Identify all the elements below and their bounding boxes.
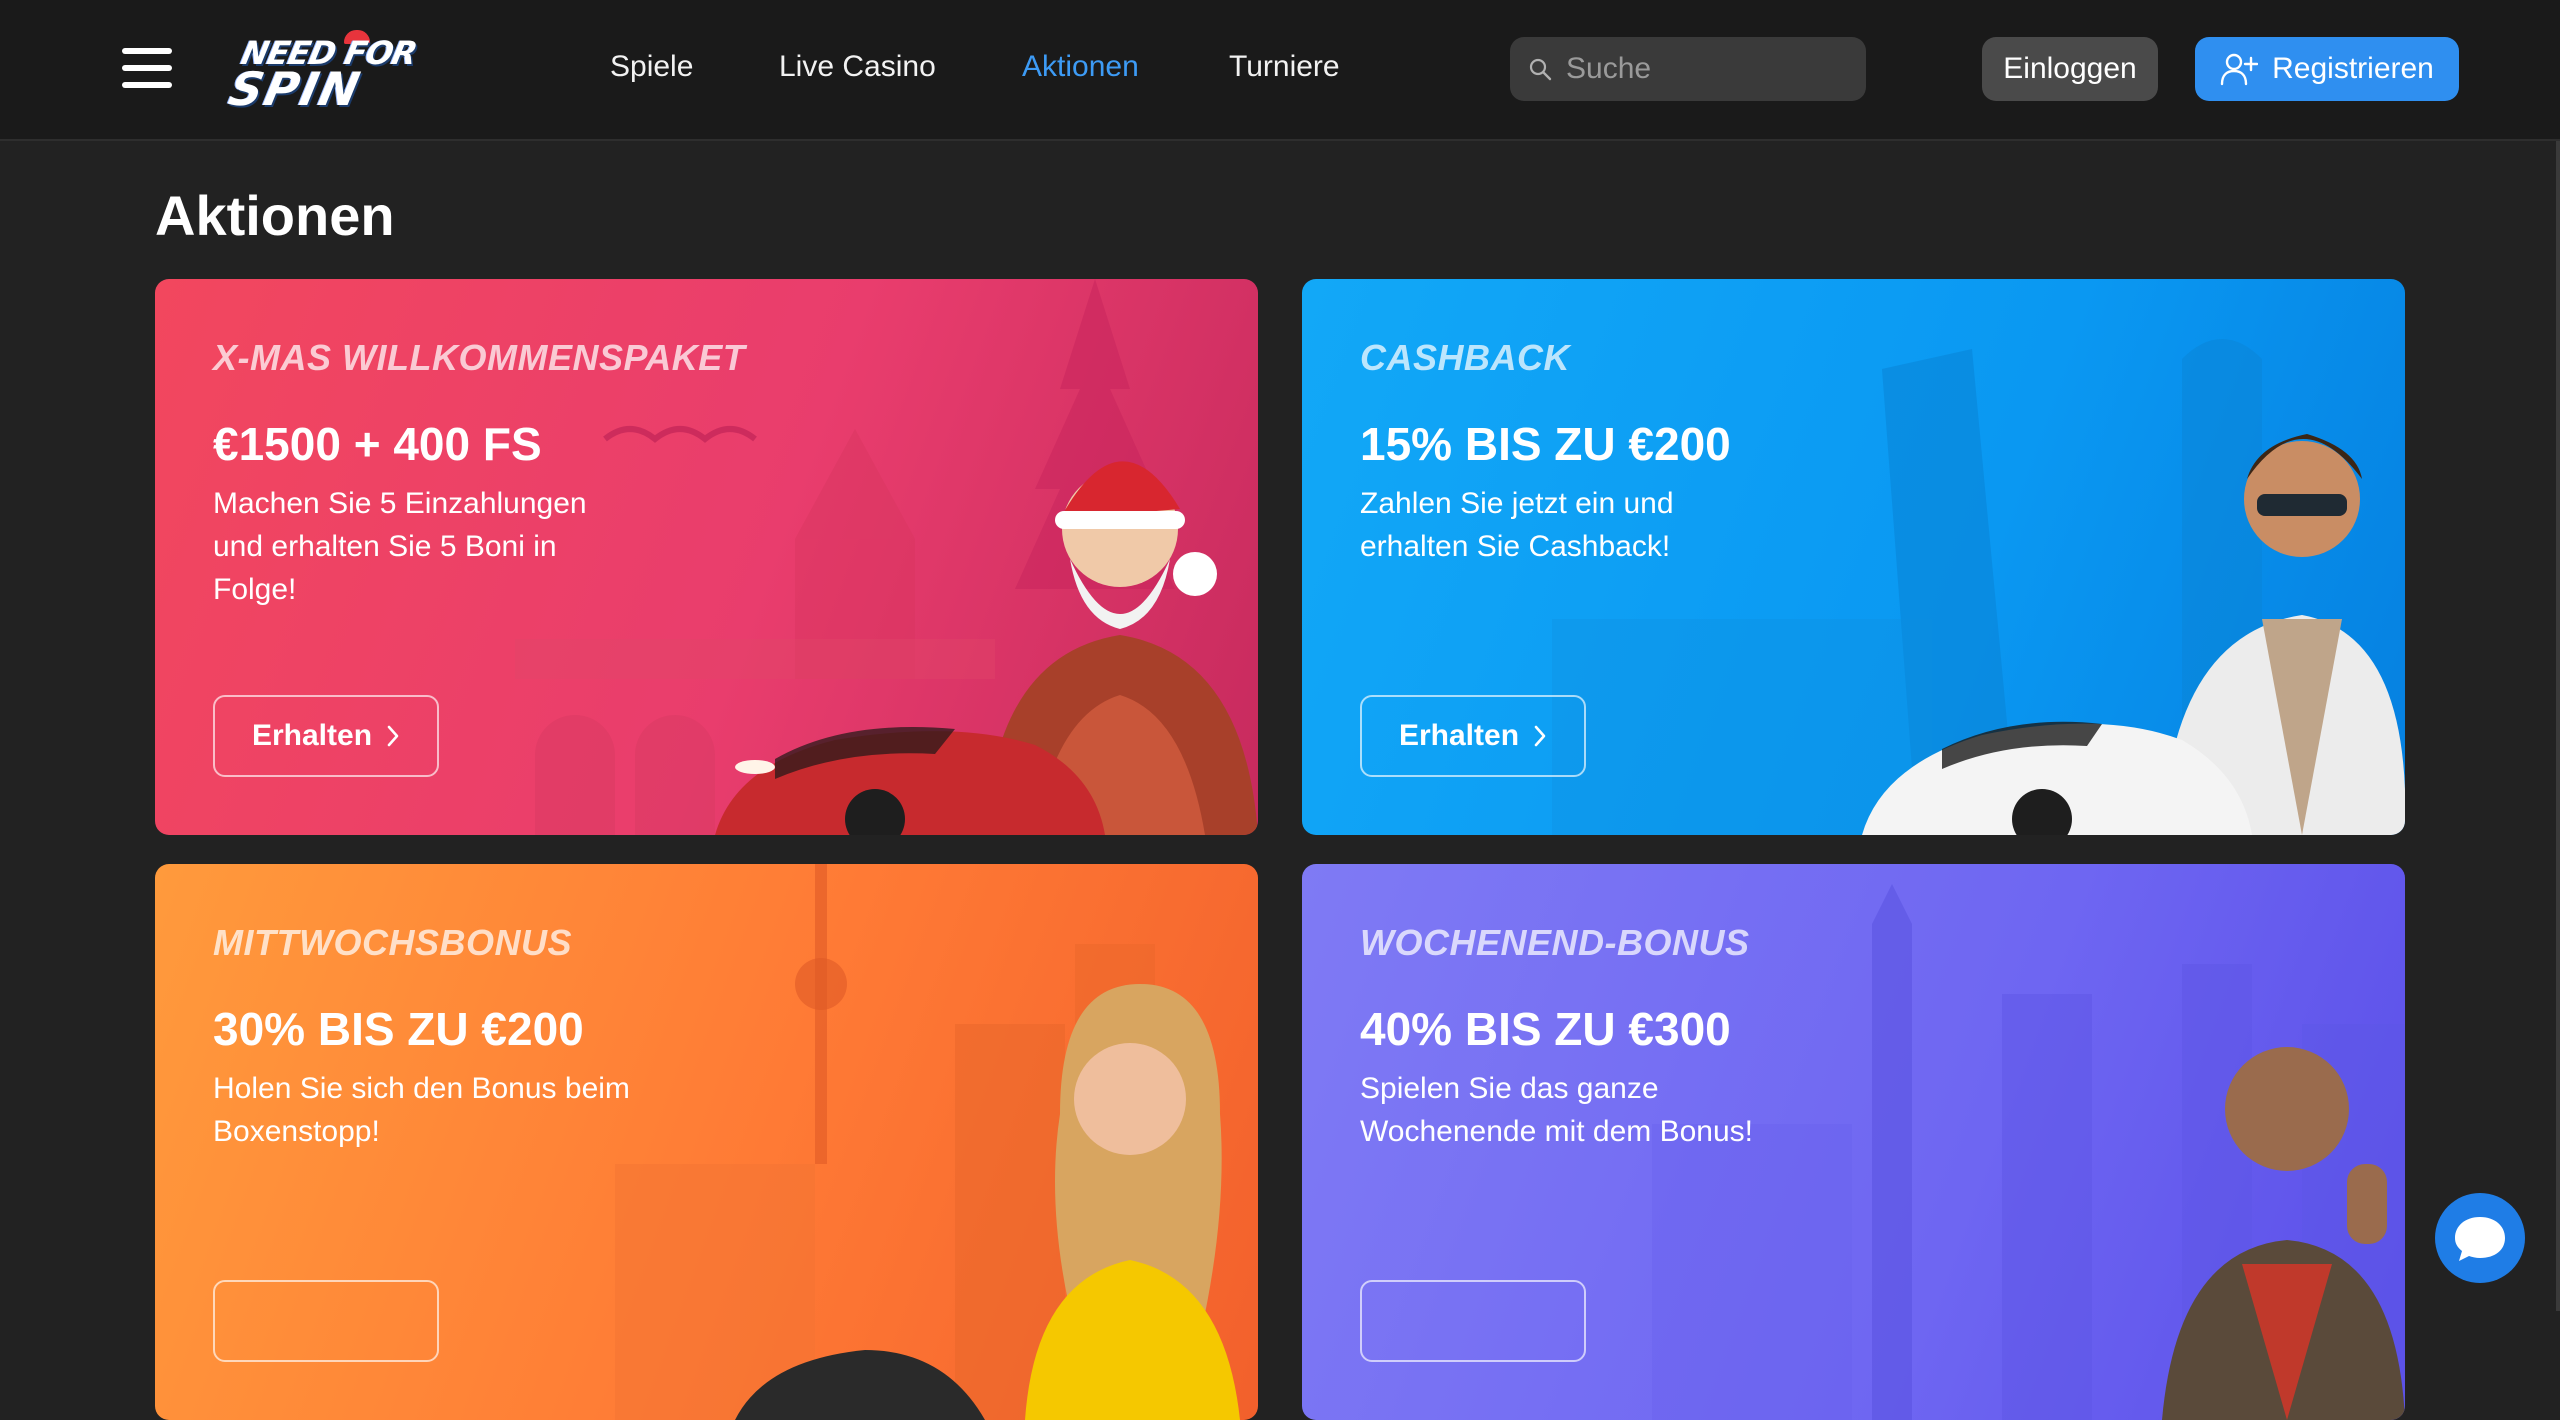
chevron-right-icon xyxy=(387,725,399,747)
promo-description: Spielen Sie das ganze Wochenende mit dem… xyxy=(1360,1072,1754,1148)
login-label: Einloggen xyxy=(2003,52,2137,85)
search-input[interactable] xyxy=(1566,37,1856,101)
login-button[interactable]: Einloggen xyxy=(1982,37,2158,101)
live-chat-button[interactable] xyxy=(2435,1193,2525,1283)
erhalten-button[interactable] xyxy=(213,1280,439,1362)
promo-description: Machen Sie 5 Einzahlungen und erhalten S… xyxy=(213,487,587,606)
promo-headline: 30% BIS ZU €200 xyxy=(213,1003,584,1055)
erhalten-button[interactable]: Erhalten xyxy=(1360,695,1586,777)
cta-label: Erhalten xyxy=(251,719,373,752)
nav-turniere[interactable]: Turniere xyxy=(1229,50,1340,90)
chat-bubble-icon xyxy=(2455,1217,2505,1261)
erhalten-button[interactable]: Erhalten xyxy=(213,695,439,777)
nav-live-casino[interactable]: Live Casino xyxy=(779,50,936,90)
chevron-right-icon xyxy=(1534,725,1546,747)
page-scrollbar[interactable] xyxy=(2556,141,2560,1311)
promo-card-xmas[interactable]: X-MAS WILLKOMMENSPAKET €1500 + 400 FS Ma… xyxy=(155,279,1258,835)
erhalten-button[interactable] xyxy=(1360,1280,1586,1362)
cta-label: Erhalten xyxy=(1398,719,1520,752)
promo-headline: €1500 + 400 FS xyxy=(213,418,542,470)
register-label: Registrieren xyxy=(2272,52,2434,85)
promo-description: Zahlen Sie jetzt ein und erhalten Sie Ca… xyxy=(1360,487,1674,563)
promo-headline: 15% BIS ZU €200 xyxy=(1360,418,1731,470)
promo-card-cashback[interactable]: CASHBACK 15% BIS ZU €200 Zahlen Sie jetz… xyxy=(1302,279,2405,835)
promo-card-weekend[interactable]: WOCHENEND-BONUS 40% BIS ZU €300 Spielen … xyxy=(1302,864,2405,1420)
promo-kicker: CASHBACK xyxy=(1360,337,1570,378)
search-icon xyxy=(1529,58,1552,81)
top-header: NEED FOR SPIN Spiele Live Casino Aktione… xyxy=(0,0,2560,141)
promo-card-wednesday[interactable]: MITTWOCHSBONUS 30% BIS ZU €200 Holen Sie… xyxy=(155,864,1258,1420)
promo-headline: 40% BIS ZU €300 xyxy=(1360,1003,1731,1055)
nav-spiele[interactable]: Spiele xyxy=(610,50,693,90)
page-title: Aktionen xyxy=(155,184,395,247)
hamburger-menu-icon[interactable] xyxy=(122,48,172,88)
register-button[interactable]: Registrieren xyxy=(2195,37,2459,101)
promo-kicker: WOCHENEND-BONUS xyxy=(1360,922,1750,963)
user-plus-icon xyxy=(2220,53,2259,86)
promo-kicker: X-MAS WILLKOMMENSPAKET xyxy=(213,337,746,378)
site-logo[interactable]: NEED FOR SPIN xyxy=(224,30,440,116)
nav-aktionen[interactable]: Aktionen xyxy=(1022,50,1139,90)
search-box[interactable] xyxy=(1510,37,1866,101)
promo-description: Holen Sie sich den Bonus beim Boxenstopp… xyxy=(213,1072,630,1148)
logo-text-bottom: SPIN xyxy=(224,62,367,116)
promo-kicker: MITTWOCHSBONUS xyxy=(213,922,572,963)
